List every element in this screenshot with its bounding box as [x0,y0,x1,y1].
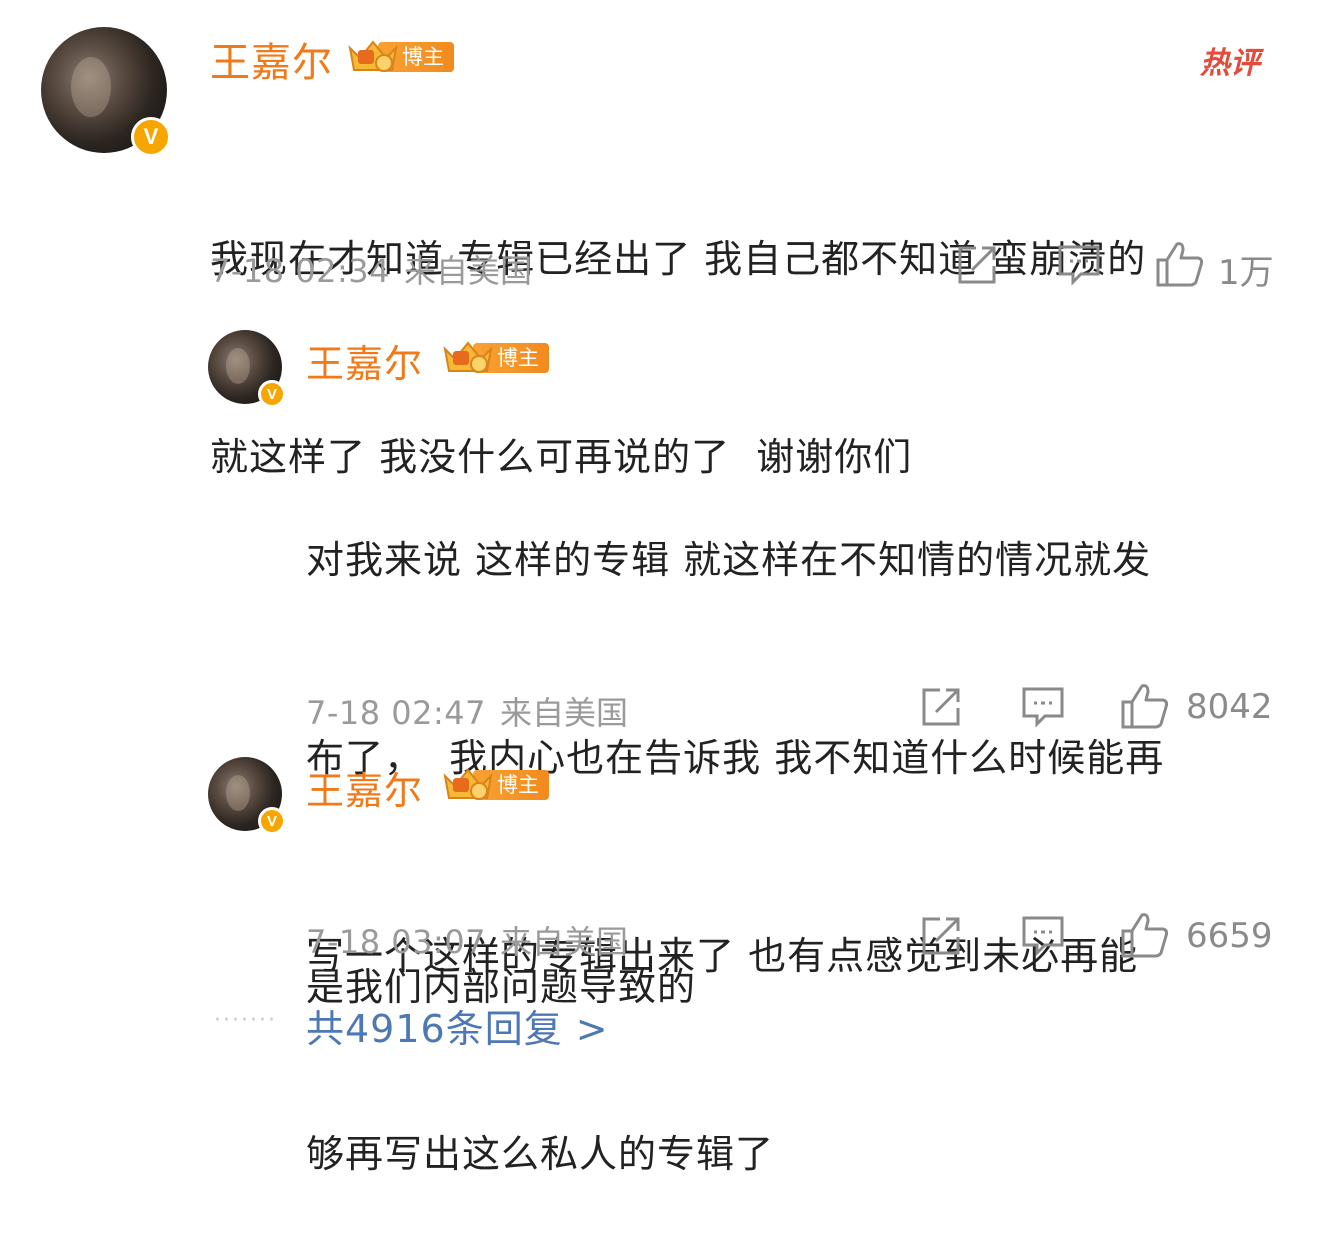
crown-icon [441,339,495,377]
verified-v-icon: V [131,117,171,157]
blogger-badge: 博主 [441,341,549,375]
location: 来自美国 [500,694,629,732]
like-count: 6659 [1186,916,1273,956]
reply-meta: 7-18 02:47 来自美国 [306,688,628,734]
crown-icon [346,38,400,76]
avatar[interactable]: V [208,330,286,408]
timestamp: 7-18 02:34 [210,252,391,290]
hot-comment-tag: 热评 [1200,46,1260,81]
comment-icon[interactable] [1021,686,1065,732]
timestamp: 7-18 02:47 [306,694,487,732]
dotted-divider: ······· [214,1008,277,1033]
comment-icon[interactable] [1057,244,1101,290]
thumbs-up-icon[interactable] [1155,240,1205,292]
avatar[interactable]: V [41,27,171,157]
like-count: 1万 [1218,253,1274,293]
location: 来自美国 [404,252,533,290]
verified-v-icon: V [258,380,286,408]
username[interactable]: 王嘉尔 [306,333,423,388]
reply-line: 够再写出这么私人的专辑了 [306,1132,775,1176]
like-count: 8042 [1186,687,1273,727]
thumbs-up-icon[interactable] [1120,911,1170,963]
share-icon[interactable] [920,915,962,961]
crown-icon [441,766,495,804]
reply-meta: 7-18 03:07 来自美国 [306,917,628,963]
verified-v-icon: V [258,807,286,835]
username[interactable]: 王嘉尔 [210,30,333,88]
thumbs-up-icon[interactable] [1120,682,1170,734]
reply-line: 布了， 我内心也在告诉我 我不知道什么时候能再 [306,736,1165,780]
share-icon[interactable] [956,244,998,290]
username[interactable]: 王嘉尔 [306,760,423,815]
comment-icon[interactable] [1021,915,1065,961]
reply-line: 对我来说 这样的专辑 就这样在不知情的情况就发 [306,538,1152,582]
share-icon[interactable] [920,686,962,732]
blogger-badge: 博主 [346,40,454,74]
blogger-badge: 博主 [441,768,549,802]
view-more-replies-link[interactable]: 共4916条回复 > [306,998,609,1053]
avatar[interactable]: V [208,757,286,835]
location: 来自美国 [500,923,629,961]
comment-meta: 7-18 02:34 来自美国 [210,246,532,292]
timestamp: 7-18 03:07 [306,923,487,961]
